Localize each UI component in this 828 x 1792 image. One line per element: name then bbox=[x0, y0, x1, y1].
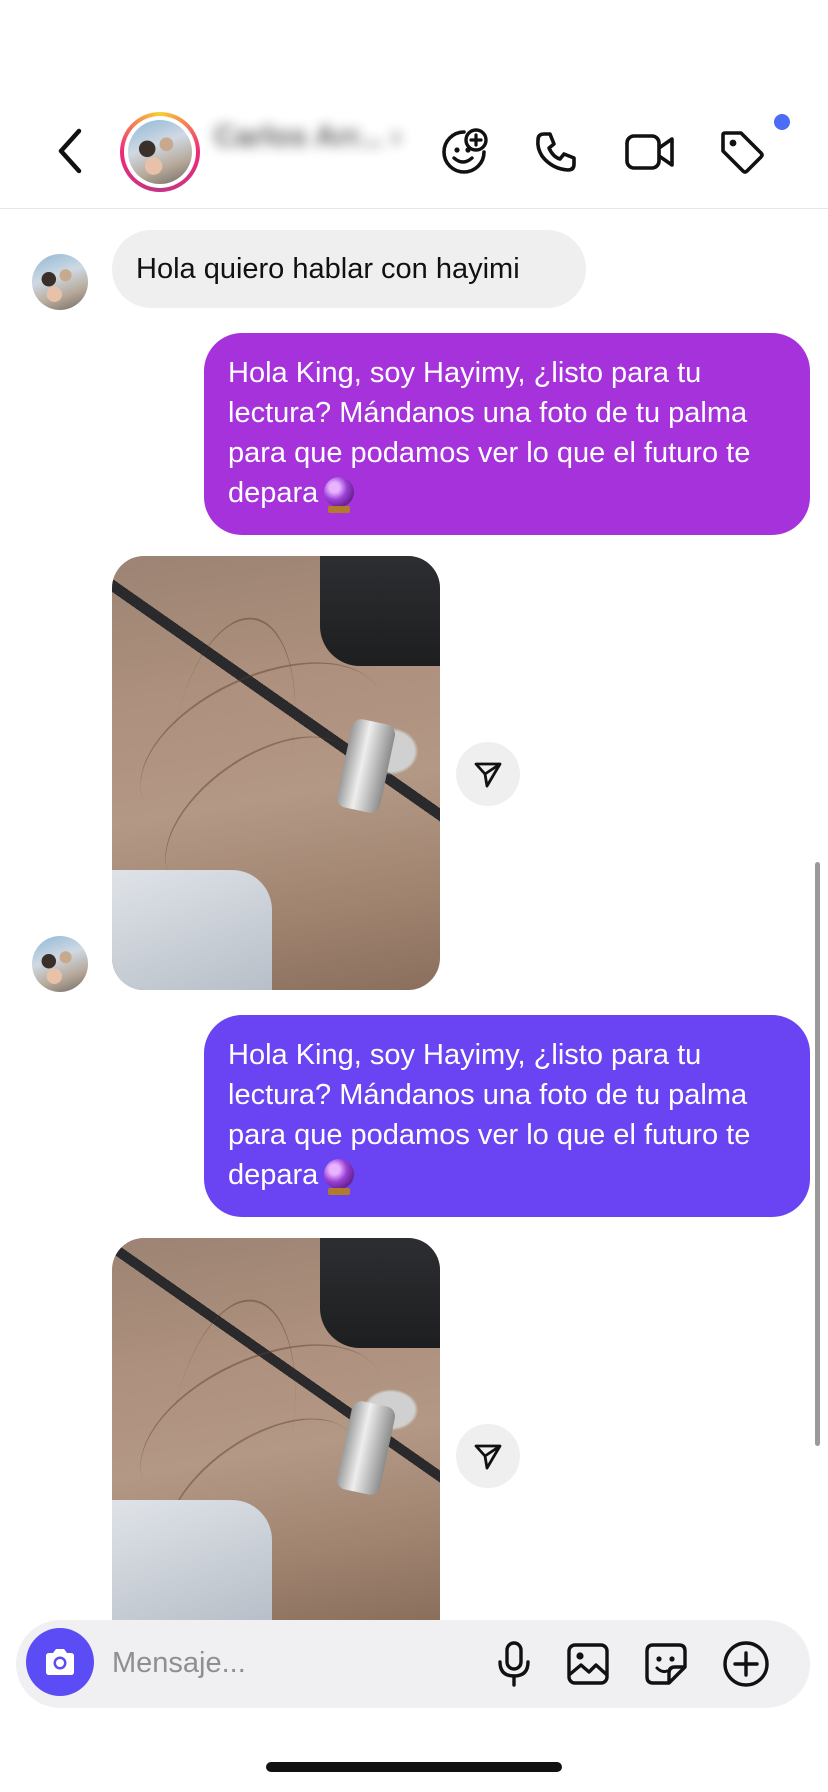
outgoing-message[interactable]: Hola King, soy Hayimy, ¿listo para tu le… bbox=[204, 333, 810, 535]
outgoing-message[interactable]: Hola King, soy Hayimy, ¿listo para tu le… bbox=[204, 1015, 810, 1217]
share-button[interactable] bbox=[456, 1424, 520, 1488]
sleeve bbox=[112, 870, 272, 990]
send-icon bbox=[474, 762, 502, 788]
sticker-add-icon bbox=[442, 128, 488, 174]
share-button[interactable] bbox=[456, 742, 520, 806]
palm-photo-message[interactable] bbox=[112, 1238, 440, 1620]
sender-avatar[interactable] bbox=[32, 936, 88, 992]
contact-name[interactable]: Carlos Arr... › bbox=[214, 120, 401, 154]
keyboard-area bbox=[320, 1238, 440, 1348]
microphone-icon bbox=[498, 1641, 530, 1687]
message-input[interactable] bbox=[112, 1636, 472, 1690]
palm-photo-message[interactable] bbox=[112, 556, 440, 990]
send-icon bbox=[474, 1444, 502, 1470]
sleeve bbox=[112, 1500, 272, 1620]
voice-message-button[interactable] bbox=[484, 1634, 544, 1694]
chat-header: Carlos Arr... › bbox=[0, 0, 828, 209]
chevron-left-icon bbox=[58, 128, 82, 174]
contact-avatar[interactable] bbox=[120, 112, 200, 192]
gallery-icon bbox=[567, 1643, 609, 1685]
scrollbar[interactable] bbox=[815, 862, 820, 1446]
plus-circle-icon bbox=[723, 1641, 769, 1687]
video-call-button[interactable] bbox=[622, 124, 678, 180]
home-indicator[interactable] bbox=[266, 1762, 562, 1772]
video-camera-icon bbox=[625, 134, 674, 170]
call-button[interactable] bbox=[528, 124, 584, 180]
gallery-button[interactable] bbox=[558, 1634, 618, 1694]
message-text: Hola King, soy Hayimy, ¿listo para tu le… bbox=[228, 1039, 751, 1191]
message-text: Hola King, soy Hayimy, ¿listo para tu le… bbox=[228, 357, 751, 509]
effects-button[interactable] bbox=[436, 124, 492, 180]
camera-button[interactable] bbox=[26, 1628, 94, 1696]
keyboard-area bbox=[320, 556, 440, 666]
back-button[interactable] bbox=[48, 125, 92, 177]
incoming-message[interactable]: Hola quiero hablar con hayimi bbox=[112, 230, 586, 308]
notification-dot bbox=[774, 114, 790, 130]
tag-icon bbox=[721, 131, 764, 174]
crystal-ball-icon bbox=[324, 477, 355, 513]
camera-icon bbox=[46, 1649, 74, 1675]
sticker-icon bbox=[645, 1643, 687, 1685]
avatar-photo bbox=[128, 120, 192, 184]
sender-avatar[interactable] bbox=[32, 254, 88, 310]
sticker-button[interactable] bbox=[636, 1634, 696, 1694]
crystal-ball-icon bbox=[324, 1159, 355, 1195]
message-text: Hola quiero hablar con hayimi bbox=[136, 252, 520, 285]
more-options-button[interactable] bbox=[716, 1634, 776, 1694]
tag-button[interactable] bbox=[714, 124, 770, 180]
phone-icon bbox=[536, 132, 576, 172]
